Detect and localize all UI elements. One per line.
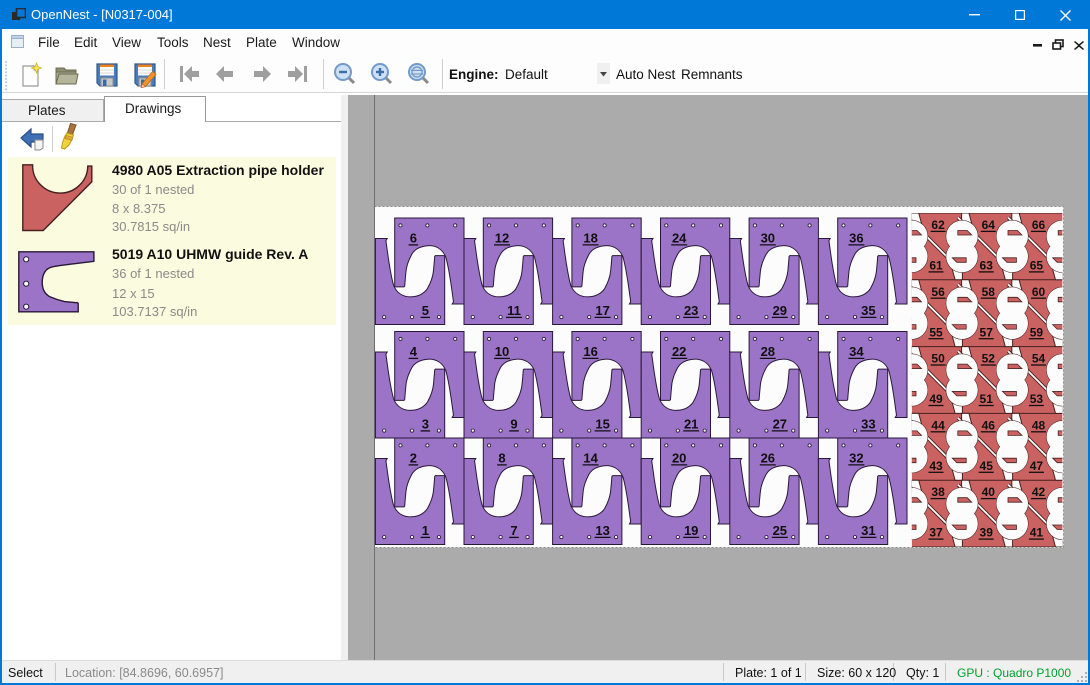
svg-text:19: 19 xyxy=(684,523,698,538)
svg-text:64: 64 xyxy=(982,218,996,232)
svg-text:56: 56 xyxy=(931,285,945,299)
svg-text:10: 10 xyxy=(495,344,509,359)
svg-text:37: 37 xyxy=(929,526,943,540)
svg-text:41: 41 xyxy=(1030,526,1044,540)
svg-text:16: 16 xyxy=(583,344,597,359)
svg-text:59: 59 xyxy=(1030,325,1044,339)
svg-text:17: 17 xyxy=(595,303,609,318)
svg-text:30: 30 xyxy=(761,231,775,246)
svg-text:50: 50 xyxy=(931,352,945,366)
svg-text:63: 63 xyxy=(980,259,994,273)
svg-text:66: 66 xyxy=(1032,218,1046,232)
svg-text:2: 2 xyxy=(410,451,417,466)
svg-text:3: 3 xyxy=(422,417,429,432)
svg-text:26: 26 xyxy=(761,451,775,466)
svg-text:11: 11 xyxy=(507,303,521,318)
svg-text:61: 61 xyxy=(929,259,943,273)
svg-text:42: 42 xyxy=(1032,485,1046,499)
svg-text:53: 53 xyxy=(1030,392,1044,406)
svg-text:34: 34 xyxy=(849,344,864,359)
svg-text:65: 65 xyxy=(1030,259,1044,273)
svg-text:43: 43 xyxy=(929,459,943,473)
svg-text:24: 24 xyxy=(672,231,687,246)
svg-text:46: 46 xyxy=(982,418,996,432)
svg-text:14: 14 xyxy=(583,451,598,466)
svg-text:48: 48 xyxy=(1032,418,1046,432)
svg-text:5: 5 xyxy=(422,303,429,318)
svg-text:6: 6 xyxy=(410,231,417,246)
svg-text:7: 7 xyxy=(510,523,517,538)
svg-text:58: 58 xyxy=(982,285,996,299)
svg-text:8: 8 xyxy=(498,451,505,466)
svg-text:12: 12 xyxy=(495,231,509,246)
svg-text:1: 1 xyxy=(422,523,429,538)
svg-text:32: 32 xyxy=(849,451,863,466)
svg-text:29: 29 xyxy=(773,303,787,318)
svg-text:13: 13 xyxy=(595,523,609,538)
svg-text:54: 54 xyxy=(1032,352,1046,366)
svg-text:52: 52 xyxy=(982,352,996,366)
svg-text:49: 49 xyxy=(929,392,943,406)
svg-text:25: 25 xyxy=(773,523,787,538)
svg-text:35: 35 xyxy=(861,303,875,318)
svg-text:20: 20 xyxy=(672,451,686,466)
svg-text:44: 44 xyxy=(931,418,945,432)
svg-text:15: 15 xyxy=(595,417,609,432)
svg-text:47: 47 xyxy=(1030,459,1044,473)
svg-text:55: 55 xyxy=(929,325,943,339)
svg-text:38: 38 xyxy=(931,485,945,499)
svg-text:4: 4 xyxy=(410,344,418,359)
svg-text:31: 31 xyxy=(861,523,875,538)
svg-text:40: 40 xyxy=(982,485,996,499)
svg-text:33: 33 xyxy=(861,417,875,432)
svg-text:9: 9 xyxy=(510,417,517,432)
svg-text:62: 62 xyxy=(931,218,945,232)
svg-text:39: 39 xyxy=(980,526,994,540)
svg-text:36: 36 xyxy=(849,231,863,246)
svg-text:60: 60 xyxy=(1032,285,1046,299)
svg-text:21: 21 xyxy=(684,417,698,432)
svg-text:23: 23 xyxy=(684,303,698,318)
svg-text:57: 57 xyxy=(980,325,994,339)
svg-text:22: 22 xyxy=(672,344,686,359)
svg-text:28: 28 xyxy=(761,344,775,359)
svg-text:45: 45 xyxy=(980,459,994,473)
svg-text:51: 51 xyxy=(980,392,994,406)
svg-text:27: 27 xyxy=(773,417,787,432)
svg-text:18: 18 xyxy=(583,231,597,246)
